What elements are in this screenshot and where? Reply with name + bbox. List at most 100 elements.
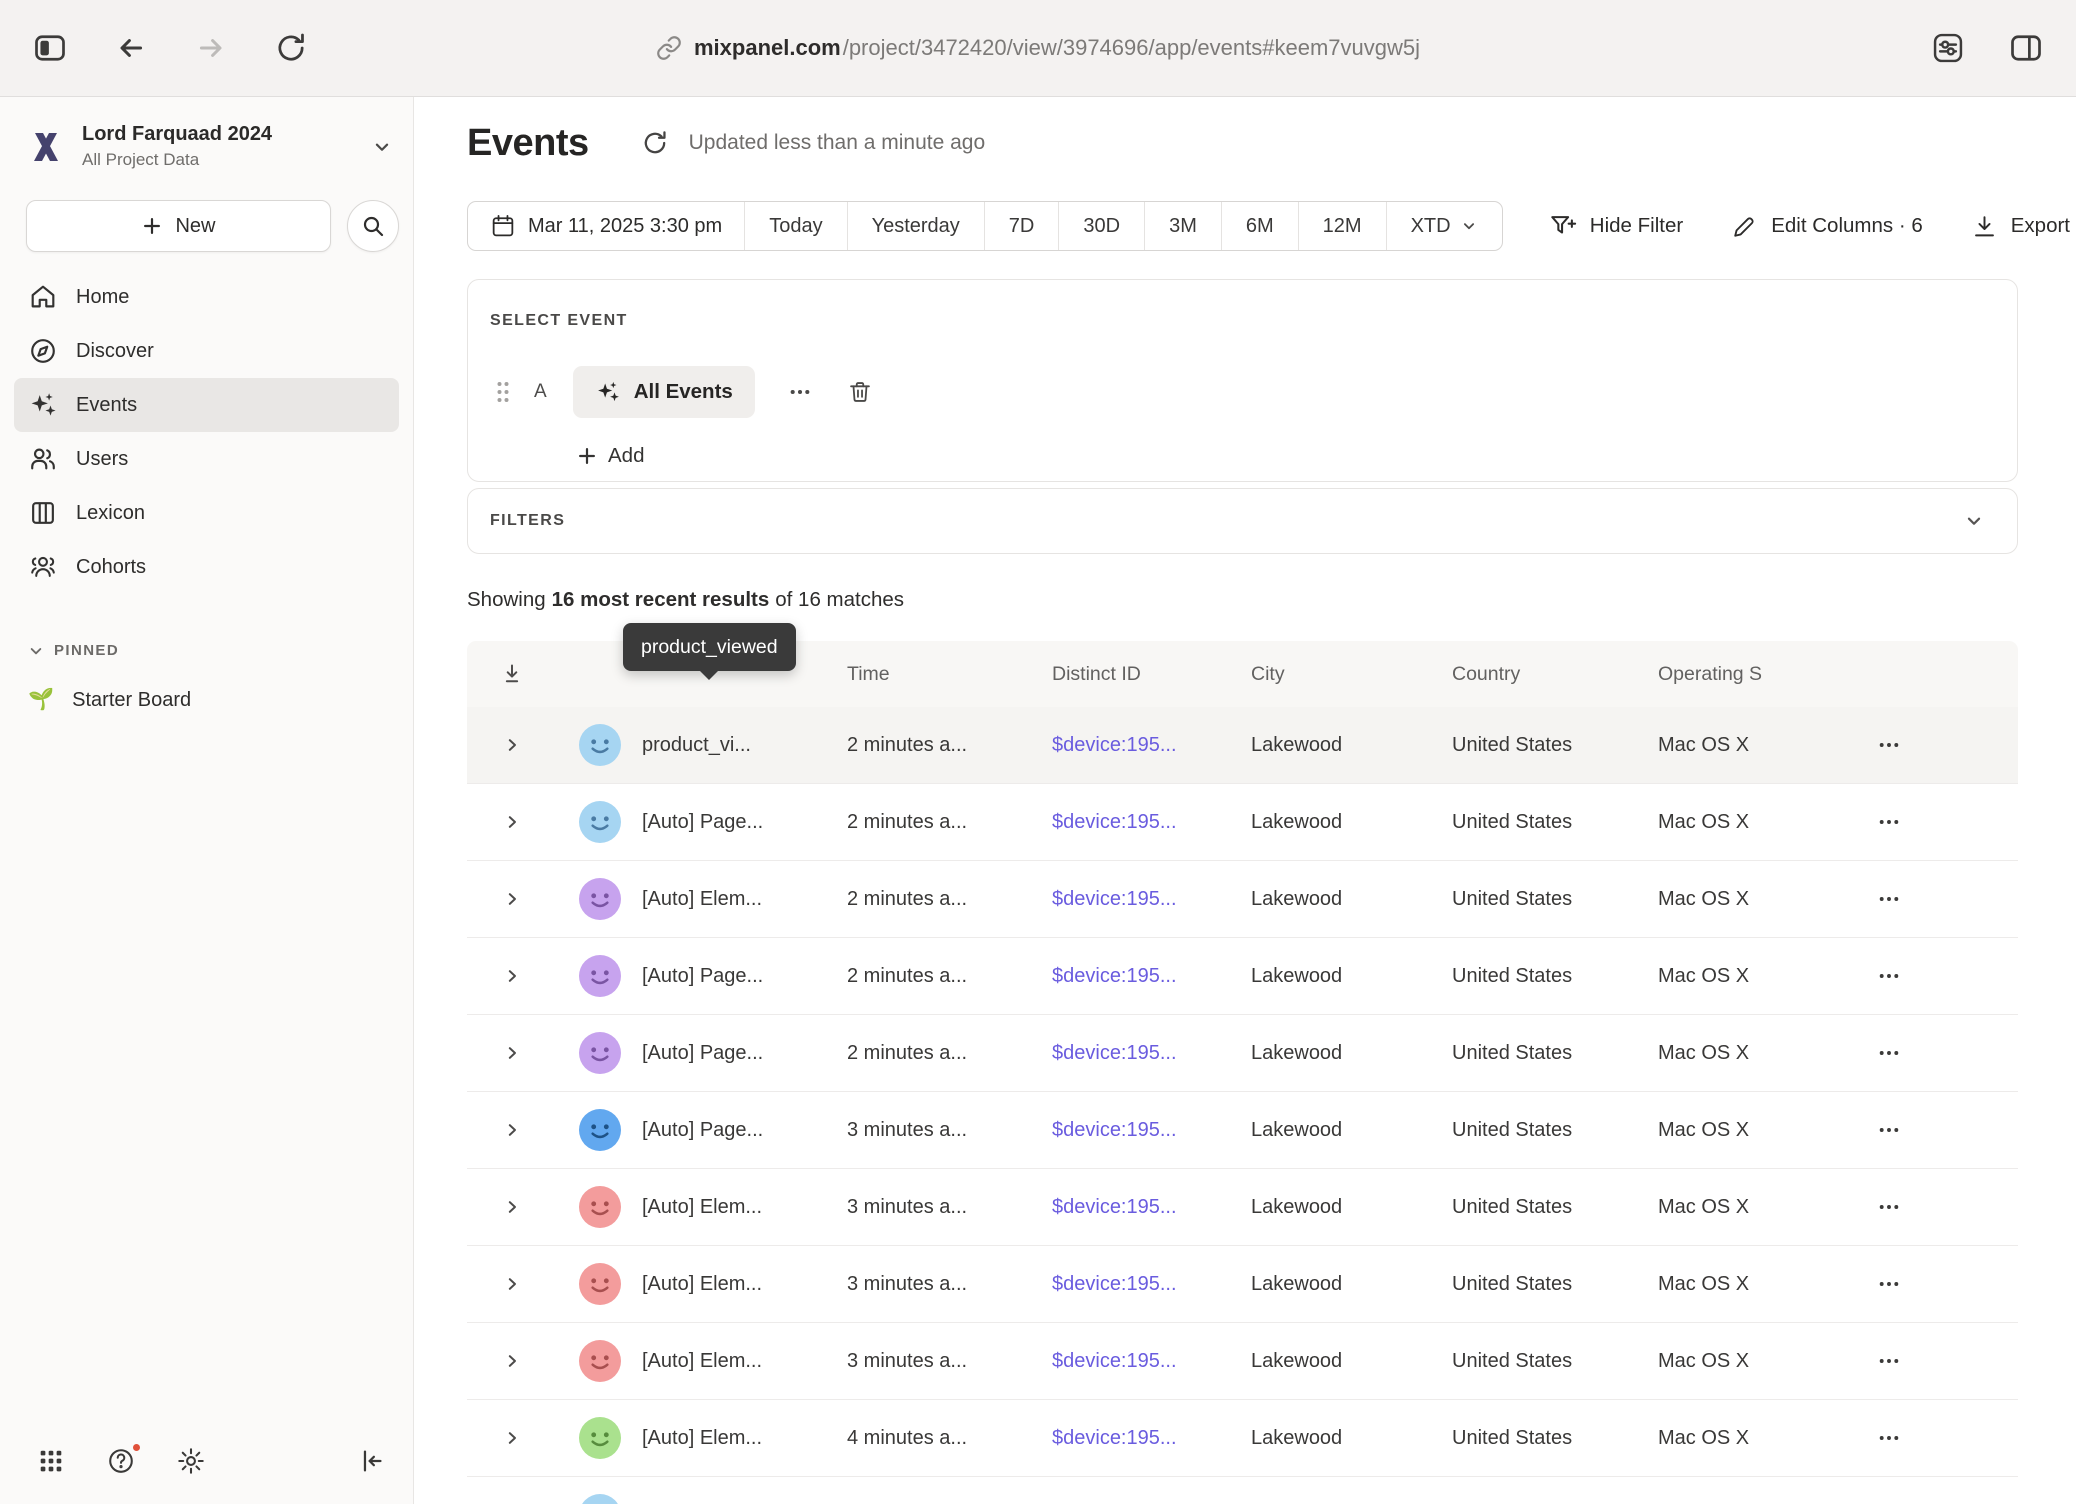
sidebar-nav: Home Discover Events [0, 270, 413, 594]
refresh-button[interactable] [635, 123, 675, 163]
sidebar-item-starter-board[interactable]: 🌱 Starter Board [14, 673, 399, 727]
hide-filter-label: Hide Filter [1590, 214, 1683, 238]
row-menu-button[interactable] [1870, 726, 1908, 764]
date-range-button[interactable]: 12M [1298, 202, 1386, 250]
expand-row-button[interactable] [499, 732, 525, 758]
event-row-menu-button[interactable] [781, 373, 819, 411]
row-menu-button[interactable] [1870, 1034, 1908, 1072]
date-range-button[interactable]: 3M [1144, 202, 1221, 250]
edit-columns-button[interactable]: Edit Columns · 6 [1731, 213, 1923, 240]
xtd-button[interactable]: XTD [1386, 202, 1502, 250]
table-row[interactable]: [Auto] Elem... 4 minutes a... $device:19… [467, 1400, 2018, 1477]
table-row[interactable]: product_vi... 2 minutes a... $device:195… [467, 707, 2018, 784]
tooltip-caret [699, 670, 719, 680]
seedling-icon: 🌱 [28, 688, 54, 712]
table-row[interactable]: [Auto] Elem... 2 minutes a... $device:19… [467, 861, 2018, 938]
cell-distinct-id[interactable]: $device:195... [1052, 1119, 1251, 1142]
collapse-panel-button[interactable] [1957, 304, 1991, 338]
row-menu-button[interactable] [1870, 1496, 1908, 1504]
event-selector-chip[interactable]: All Events [573, 366, 755, 418]
table-row[interactable] [467, 1477, 2018, 1504]
reload-button[interactable] [268, 25, 314, 71]
expand-row-button[interactable] [499, 1117, 525, 1143]
cell-distinct-id[interactable]: $device:195... [1052, 1273, 1251, 1296]
table-row[interactable]: [Auto] Elem... 3 minutes a... $device:19… [467, 1323, 2018, 1400]
cell-os: Mac OS X [1658, 1196, 1858, 1219]
back-button[interactable] [108, 25, 154, 71]
expand-row-button[interactable] [499, 1194, 525, 1220]
apps-grid-button[interactable] [30, 1440, 72, 1482]
sidebar-item-cohorts[interactable]: Cohorts [14, 540, 399, 594]
forward-button[interactable] [188, 25, 234, 71]
cell-distinct-id[interactable]: $device:195... [1052, 811, 1251, 834]
expand-row-button[interactable] [499, 886, 525, 912]
url-bar[interactable]: mixpanel.com /project/3472420/view/39746… [656, 35, 1420, 61]
row-menu-button[interactable] [1870, 957, 1908, 995]
row-menu-button[interactable] [1870, 1265, 1908, 1303]
table-row[interactable]: [Auto] Page... 3 minutes a... $device:19… [467, 1092, 2018, 1169]
add-event-button[interactable]: Add [576, 444, 644, 468]
expand-row-button[interactable] [499, 809, 525, 835]
drag-handle-icon[interactable] [490, 375, 516, 409]
event-avatar [579, 1109, 621, 1151]
plus-icon [576, 445, 598, 467]
browser-settings-button[interactable] [1924, 24, 1972, 72]
table-row[interactable]: [Auto] Page... 2 minutes a... $device:19… [467, 938, 2018, 1015]
cell-distinct-id[interactable]: $device:195... [1052, 734, 1251, 757]
search-button[interactable] [347, 200, 399, 252]
pinned-section-toggle[interactable]: PINNED [0, 642, 413, 659]
cell-distinct-id[interactable]: $device:195... [1052, 965, 1251, 988]
expand-row-button[interactable] [499, 1040, 525, 1066]
funnel-plus-icon [1549, 212, 1577, 240]
date-range-button[interactable]: 30D [1058, 202, 1144, 250]
sidebar-item-home[interactable]: Home [14, 270, 399, 324]
expand-filters-button[interactable] [1957, 504, 1991, 538]
expand-row-button[interactable] [499, 963, 525, 989]
cell-distinct-id[interactable]: $device:195... [1052, 888, 1251, 911]
cell-country: United States [1452, 1042, 1658, 1065]
date-range-button[interactable]: 7D [984, 202, 1059, 250]
hide-filter-button[interactable]: Hide Filter [1549, 212, 1683, 240]
sidebar-toggle-button[interactable] [26, 24, 74, 72]
browser-nav-controls [26, 24, 314, 72]
cell-os: Mac OS X [1658, 1427, 1858, 1450]
date-picker-button[interactable]: Mar 11, 2025 3:30 pm [468, 202, 744, 250]
row-menu-button[interactable] [1870, 1188, 1908, 1226]
cell-country: United States [1452, 734, 1658, 757]
expand-row-button[interactable] [499, 1425, 525, 1451]
cell-distinct-id[interactable]: $device:195... [1052, 1042, 1251, 1065]
delete-event-button[interactable] [841, 373, 879, 411]
sidebar-item-lexicon[interactable]: Lexicon [14, 486, 399, 540]
table-row[interactable]: [Auto] Elem... 3 minutes a... $device:19… [467, 1169, 2018, 1246]
cell-distinct-id[interactable]: $device:195... [1052, 1427, 1251, 1450]
split-view-button[interactable] [2002, 24, 2050, 72]
expand-row-button[interactable] [499, 1271, 525, 1297]
table-row[interactable]: [Auto] Page... 2 minutes a... $device:19… [467, 1015, 2018, 1092]
event-avatar [579, 1417, 621, 1459]
expand-row-button[interactable] [499, 1348, 525, 1374]
export-button[interactable]: Export [1971, 213, 2070, 240]
date-range-button[interactable]: Today [744, 202, 846, 250]
cell-distinct-id[interactable]: $device:195... [1052, 1196, 1251, 1219]
row-menu-button[interactable] [1870, 1419, 1908, 1457]
sidebar-item-events[interactable]: Events [14, 378, 399, 432]
collapse-sidebar-button[interactable] [351, 1440, 393, 1482]
date-range-button[interactable]: 6M [1221, 202, 1298, 250]
settings-button[interactable] [170, 1440, 212, 1482]
row-menu-button[interactable] [1870, 803, 1908, 841]
chevron-right-icon [503, 1044, 521, 1062]
table-row[interactable]: [Auto] Page... 2 minutes a... $device:19… [467, 784, 2018, 861]
row-menu-button[interactable] [1870, 880, 1908, 918]
cell-city: Lakewood [1251, 1196, 1452, 1219]
table-row[interactable]: [Auto] Elem... 3 minutes a... $device:19… [467, 1246, 2018, 1323]
sidebar-item-users[interactable]: Users [14, 432, 399, 486]
row-menu-button[interactable] [1870, 1342, 1908, 1380]
row-menu-button[interactable] [1870, 1111, 1908, 1149]
date-range-button[interactable]: Yesterday [847, 202, 984, 250]
project-switcher[interactable]: Lord Farquaad 2024 All Project Data [0, 97, 413, 170]
cohorts-icon [28, 552, 58, 582]
cell-distinct-id[interactable]: $device:195... [1052, 1350, 1251, 1373]
new-button[interactable]: New [26, 200, 331, 252]
sidebar-item-discover[interactable]: Discover [14, 324, 399, 378]
collapse-all-rows-button[interactable] [494, 656, 530, 692]
